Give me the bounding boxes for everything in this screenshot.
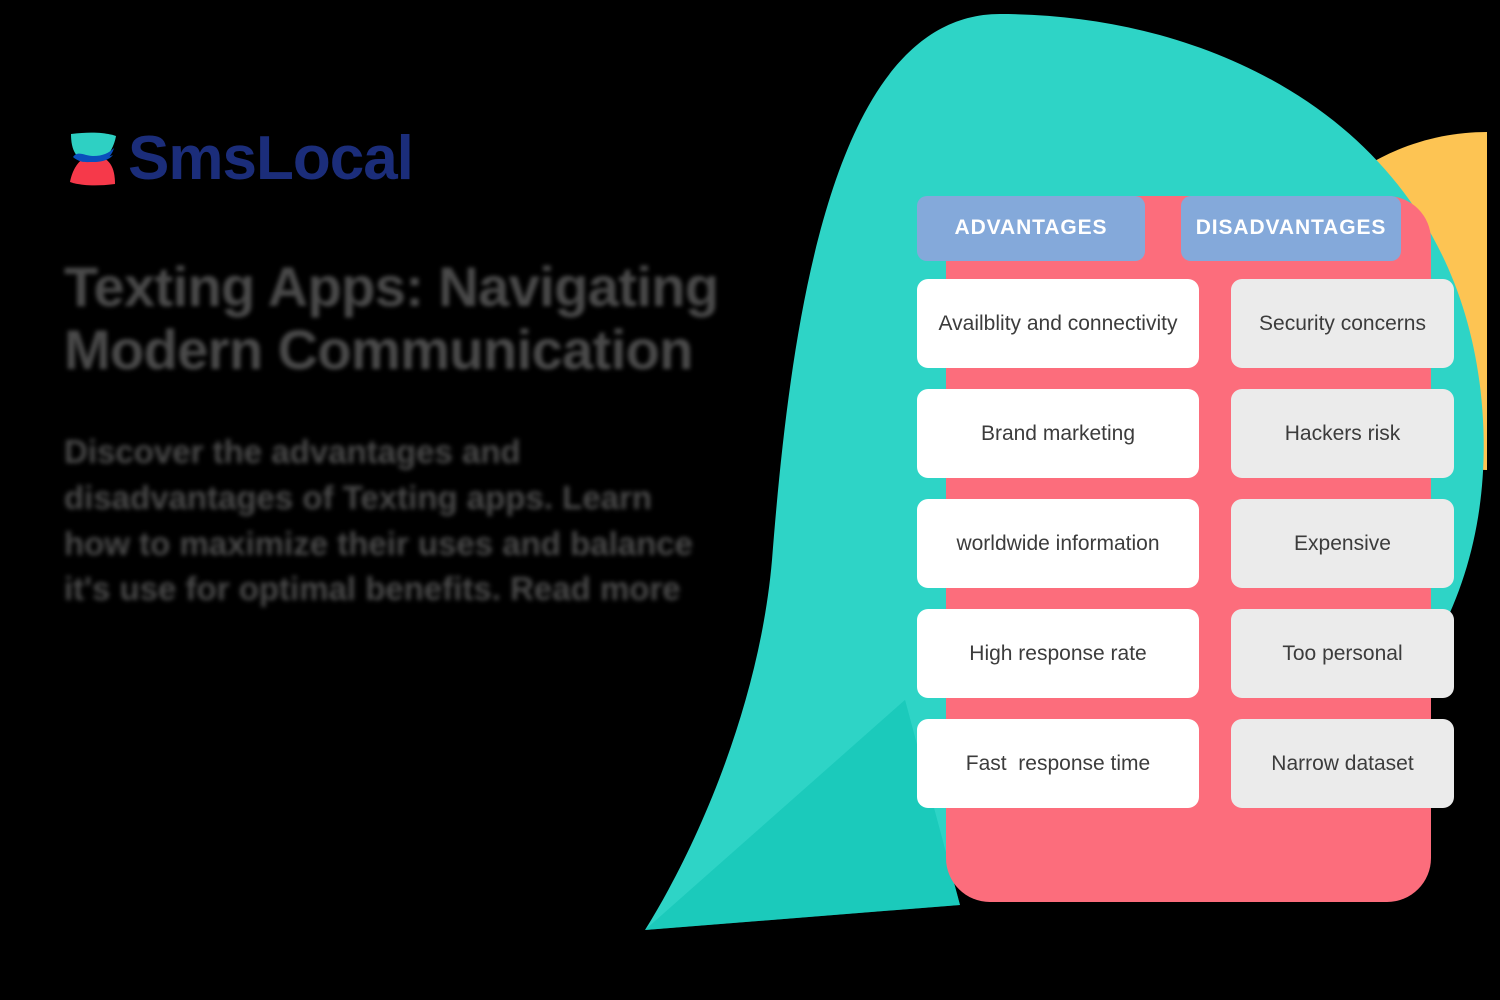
- page-title: Texting Apps: Navigating Modern Communic…: [64, 255, 719, 381]
- table-row: Fast response time Narrow dataset: [917, 719, 1462, 808]
- advantage-cell: Availblity and connectivity: [917, 279, 1199, 368]
- advantage-cell: worldwide information: [917, 499, 1199, 588]
- speech-bubble-tail-light: [645, 700, 960, 930]
- disadvantage-cell: Expensive: [1231, 499, 1454, 588]
- disadvantage-cell: Hackers risk: [1231, 389, 1454, 478]
- table-row: High response rate Too personal: [917, 609, 1462, 698]
- disadvantage-cell: Security concerns: [1231, 279, 1454, 368]
- leaf-mark-icon: [70, 132, 116, 186]
- table-row: Brand marketing Hackers risk: [917, 389, 1462, 478]
- column-header-advantages: ADVANTAGES: [917, 196, 1145, 261]
- disadvantage-cell: Narrow dataset: [1231, 719, 1454, 808]
- brand-logo[interactable]: SmsLocal: [64, 124, 744, 194]
- advantages-disadvantages-table: ADVANTAGES DISADVANTAGES Availblity and …: [917, 196, 1462, 808]
- infographic-canvas: SmsLocal Texting Apps: Navigating Modern…: [0, 0, 1500, 1000]
- speech-bubble-tail-dark: [645, 700, 960, 930]
- table-body: Availblity and connectivity Security con…: [917, 279, 1462, 808]
- table-row: worldwide information Expensive: [917, 499, 1462, 588]
- article-column: SmsLocal Texting Apps: Navigating Modern…: [64, 124, 744, 645]
- advantage-cell: Fast response time: [917, 719, 1199, 808]
- disadvantage-cell: Too personal: [1231, 609, 1454, 698]
- article-summary: Discover the advantages and disadvantage…: [64, 433, 694, 608]
- table-header-row: ADVANTAGES DISADVANTAGES: [917, 196, 1462, 261]
- advantage-cell: High response rate: [917, 609, 1199, 698]
- table-row: Availblity and connectivity Security con…: [917, 279, 1462, 368]
- advantage-cell: Brand marketing: [917, 389, 1199, 478]
- column-header-disadvantages: DISADVANTAGES: [1181, 196, 1401, 261]
- brand-wordmark: SmsLocal: [128, 124, 414, 193]
